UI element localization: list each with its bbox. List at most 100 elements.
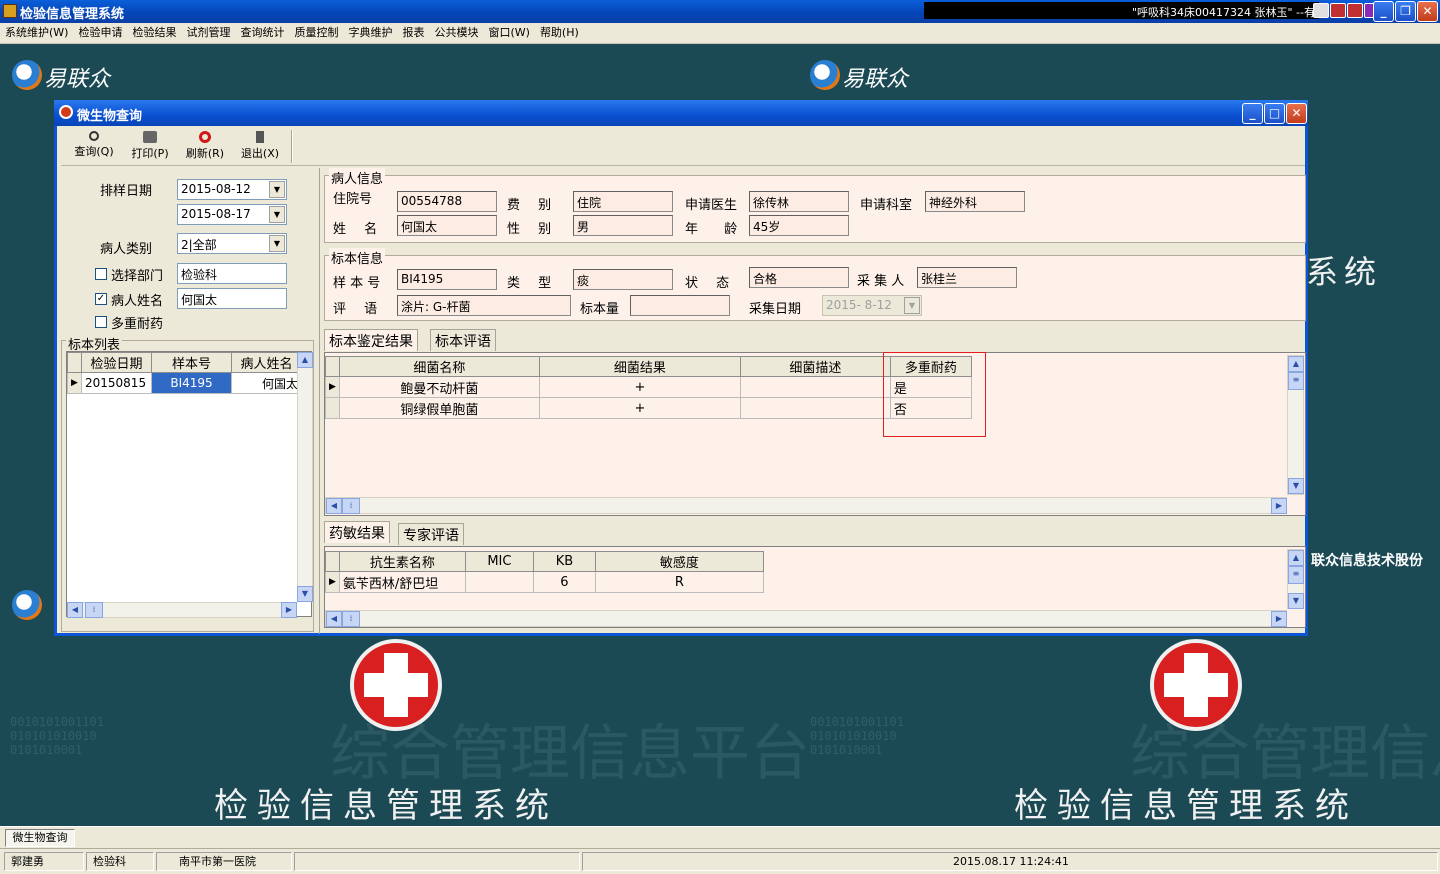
identification-table: 细菌名称 细菌结果 细菌描述 多重耐药 ▶ 鲍曼不动杆菌 + 是 铜绿假单胞菌 … <box>325 356 972 419</box>
horizontal-scrollbar[interactable]: ◀ ⁞ ▶ <box>325 610 1287 627</box>
inpatient-no-field[interactable]: 00554788 <box>397 191 497 212</box>
age-field[interactable]: 45岁 <box>749 215 849 236</box>
scroll-up-icon[interactable]: ▲ <box>297 352 313 368</box>
col-bacteria-desc[interactable]: 细菌描述 <box>739 356 891 377</box>
col-sensitivity[interactable]: 敏感度 <box>594 551 764 572</box>
scroll-down-icon[interactable]: ▼ <box>1288 478 1304 494</box>
chevron-down-icon[interactable]: ▼ <box>269 235 285 252</box>
tab-expert-comment[interactable]: 专家评语 <box>398 523 464 545</box>
menu-help[interactable]: 帮助(H) <box>535 23 584 43</box>
print-button[interactable]: 打印(P) <box>123 131 177 165</box>
comment-field[interactable]: 涂片: G-杆菌 <box>397 295 571 316</box>
vertical-scrollbar[interactable]: ▲ ≡ ▼ <box>1287 355 1304 495</box>
scroll-thumb[interactable]: ⁞ <box>342 611 360 627</box>
col-antibiotic[interactable]: 抗生素名称 <box>338 551 466 572</box>
menu-qc[interactable]: 质量控制 <box>289 23 343 43</box>
menu-common[interactable]: 公共模块 <box>429 23 483 43</box>
micro-query-window: 微生物查询 _ □ ✕ 查询(Q) 打印(P) 刷新(R) 退出(X) 排样日期… <box>54 100 1308 636</box>
menu-report[interactable]: 报表 <box>397 23 429 43</box>
chevron-down-icon[interactable]: ▼ <box>269 206 285 223</box>
app-title: 检验信息管理系统 <box>20 7 125 22</box>
horizontal-scrollbar[interactable]: ◀ ⁞ ▶ <box>67 602 297 618</box>
close-button[interactable]: ✕ <box>1417 1 1438 22</box>
table-row[interactable]: ▶ 氨苄西林/舒巴坦 6 R <box>325 571 764 593</box>
col-bacteria-result[interactable]: 细菌结果 <box>538 356 741 377</box>
date-to-field[interactable]: 2015-08-17 ▼ <box>177 204 287 225</box>
doctor-field[interactable]: 徐传林 <box>749 191 849 212</box>
scroll-down-icon[interactable]: ▼ <box>297 586 313 602</box>
menu-window[interactable]: 窗口(W) <box>483 23 534 43</box>
scroll-thumb[interactable]: ≡ <box>1288 566 1304 584</box>
menu-request[interactable]: 检验申请 <box>73 23 127 43</box>
menu-query[interactable]: 查询统计 <box>235 23 289 43</box>
mail-icon[interactable] <box>1313 3 1329 18</box>
window-close-button[interactable]: ✕ <box>1286 103 1307 124</box>
window-minimize-button[interactable]: _ <box>1242 103 1263 124</box>
restore-button[interactable]: ❐ <box>1395 1 1416 22</box>
specimen-status-label: 状 态 <box>685 276 730 291</box>
window-maximize-button[interactable]: □ <box>1264 103 1285 124</box>
scroll-thumb[interactable]: ≡ <box>1288 372 1304 390</box>
mdr-checkbox[interactable] <box>95 316 107 328</box>
scroll-down-icon[interactable]: ▼ <box>1288 593 1304 609</box>
scroll-left-icon[interactable]: ◀ <box>326 498 342 514</box>
collector-field[interactable]: 张桂兰 <box>917 267 1017 288</box>
tab-specimen-comment[interactable]: 标本评语 <box>430 329 496 351</box>
vertical-scrollbar[interactable]: ▲ ▼ <box>297 352 313 602</box>
dept-field[interactable]: 检验科 <box>177 263 287 284</box>
tab-susceptibility-result[interactable]: 药敏结果 <box>324 521 390 543</box>
menu-reagent[interactable]: 试剂管理 <box>181 23 235 43</box>
date-from-field[interactable]: 2015-08-12 ▼ <box>177 179 287 200</box>
scroll-right-icon[interactable]: ▶ <box>281 602 297 618</box>
row-pointer-icon: ▶ <box>325 571 340 593</box>
scroll-left-icon[interactable]: ◀ <box>67 602 83 618</box>
message-icon[interactable] <box>1347 3 1363 18</box>
specimen-status-field[interactable]: 合格 <box>749 267 849 288</box>
alert-icon[interactable] <box>1330 3 1346 18</box>
menu-dictionary[interactable]: 字典维护 <box>343 23 397 43</box>
background-title: 检验信息管理系统 <box>1014 786 1358 826</box>
scroll-up-icon[interactable]: ▲ <box>1288 356 1304 372</box>
query-button[interactable]: 查询(Q) <box>67 131 121 165</box>
scroll-right-icon[interactable]: ▶ <box>1271 498 1287 514</box>
dept-checkbox[interactable] <box>95 268 107 280</box>
background-title: 检验信息管理系统 <box>214 786 558 826</box>
request-dept-field[interactable]: 神经外科 <box>925 191 1025 212</box>
sample-amount-field[interactable] <box>630 295 730 316</box>
patient-name-label: 病人姓名 <box>111 294 164 309</box>
patient-name-field[interactable]: 何国太 <box>397 215 497 236</box>
scroll-thumb[interactable]: ⁞ <box>342 498 360 514</box>
col-mic[interactable]: MIC <box>464 551 534 572</box>
chevron-down-icon[interactable]: ▼ <box>269 181 285 198</box>
table-row[interactable]: ▶ 20150815 BI4195 何国太 <box>67 372 302 394</box>
col-sample-no[interactable]: 样本号 <box>151 352 232 373</box>
scroll-right-icon[interactable]: ▶ <box>1271 611 1287 627</box>
exit-button[interactable]: 退出(X) <box>233 131 287 165</box>
col-test-date[interactable]: 检验日期 <box>81 352 152 373</box>
fee-type-field[interactable]: 住院 <box>573 191 673 212</box>
specimen-type-field[interactable]: 痰 <box>573 269 673 290</box>
col-kb[interactable]: KB <box>532 551 596 572</box>
vertical-scrollbar[interactable]: ▲ ≡ ▼ <box>1287 549 1304 609</box>
minimize-button[interactable]: _ <box>1373 1 1394 22</box>
sex-field[interactable]: 男 <box>573 215 673 236</box>
scroll-up-icon[interactable]: ▲ <box>1288 550 1304 566</box>
refresh-button[interactable]: 刷新(R) <box>178 131 232 165</box>
patient-name-field[interactable]: 何国太 <box>177 288 287 309</box>
patient-name-checkbox[interactable]: ✓ <box>95 293 107 305</box>
specimen-type-label: 类 型 <box>507 276 552 291</box>
tab-identification-result[interactable]: 标本鉴定结果 <box>324 329 418 351</box>
search-icon <box>89 131 99 141</box>
col-bacteria-name[interactable]: 细菌名称 <box>338 356 540 377</box>
patient-type-select[interactable]: 2|全部 ▼ <box>177 233 287 254</box>
col-patient-name[interactable]: 病人姓名 <box>231 352 302 373</box>
sample-no-field[interactable]: BI4195 <box>397 269 497 290</box>
table-row[interactable]: 铜绿假单胞菌 + 否 <box>325 397 972 419</box>
scroll-thumb[interactable]: ⁞ <box>85 602 103 618</box>
task-micro-query[interactable]: 微生物查询 <box>5 829 75 847</box>
menu-result[interactable]: 检验结果 <box>127 23 181 43</box>
scroll-left-icon[interactable]: ◀ <box>326 611 342 627</box>
menu-system[interactable]: 系统维护(W) <box>0 23 73 43</box>
table-row[interactable]: ▶ 鲍曼不动杆菌 + 是 <box>325 376 972 398</box>
horizontal-scrollbar[interactable]: ◀ ⁞ ▶ <box>325 497 1287 514</box>
